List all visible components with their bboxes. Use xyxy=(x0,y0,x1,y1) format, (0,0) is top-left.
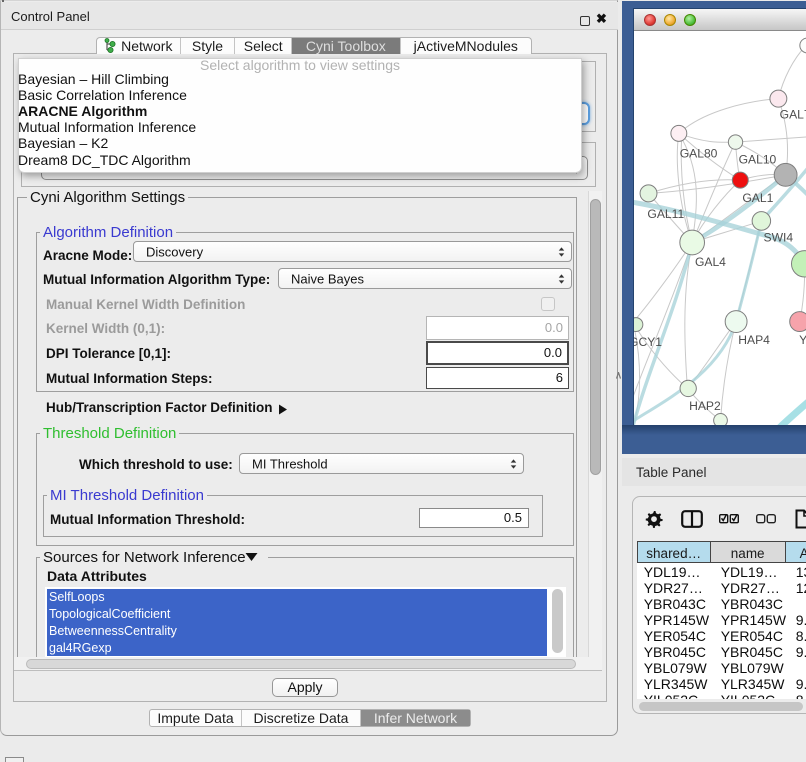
svg-text:GAL7: GAL7 xyxy=(779,107,806,121)
svg-text:GAL4: GAL4 xyxy=(695,255,726,269)
svg-text:GAL10: GAL10 xyxy=(738,152,776,166)
svg-text:GAL80: GAL80 xyxy=(679,146,717,160)
svg-text:GAL1: GAL1 xyxy=(742,191,773,205)
svg-text:GCY1: GCY1 xyxy=(634,335,662,349)
svg-text:GAL11: GAL11 xyxy=(647,207,684,221)
svg-text:HAP4: HAP4 xyxy=(738,333,770,347)
svg-text:YJ: YJ xyxy=(799,333,806,347)
svg-text:HAP2: HAP2 xyxy=(689,399,721,413)
svg-text:SWI4: SWI4 xyxy=(763,230,793,244)
